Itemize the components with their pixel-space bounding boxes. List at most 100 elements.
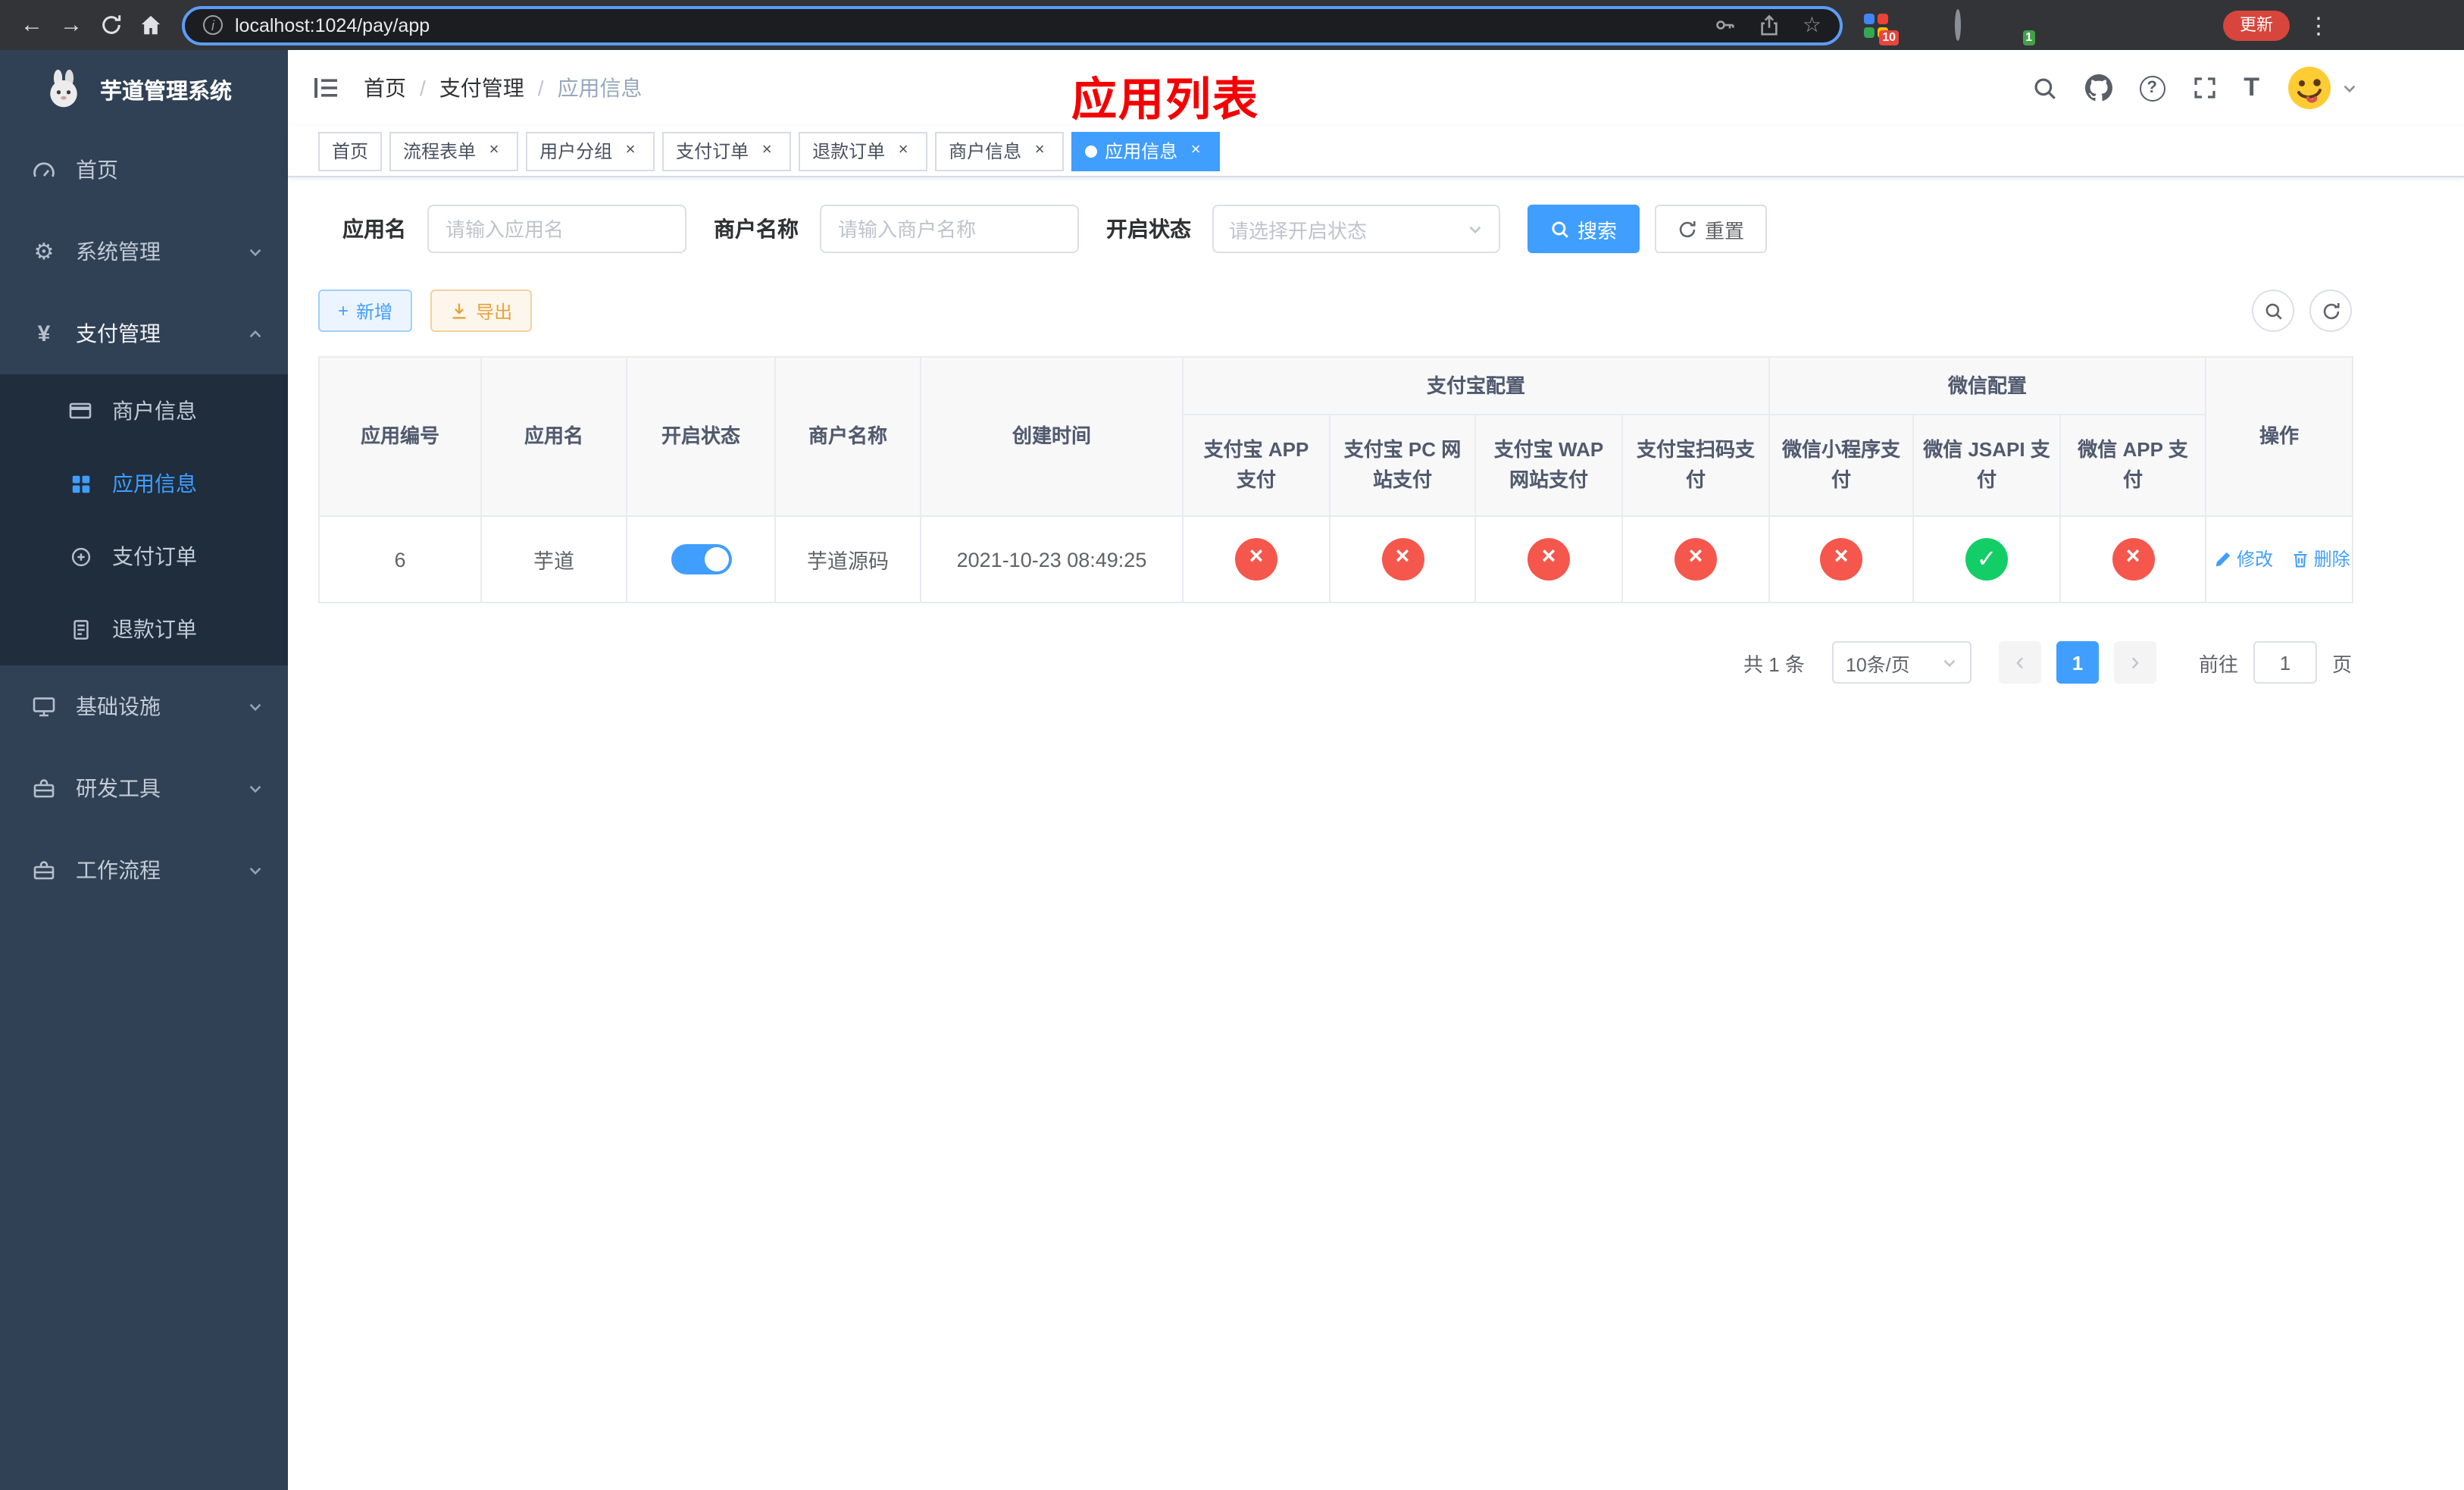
cell-alipay-app bbox=[1182, 515, 1330, 603]
sidebar-item-label: 系统管理 bbox=[76, 239, 161, 264]
tab-app-info[interactable]: 应用信息 × bbox=[1071, 131, 1221, 171]
extension-icon[interactable] bbox=[2137, 12, 2162, 38]
search-button[interactable]: 搜索 bbox=[1527, 205, 1640, 253]
extension-icon[interactable] bbox=[2182, 12, 2208, 38]
cell-status bbox=[626, 515, 776, 603]
sidebar-item-system[interactable]: ⚙ 系统管理 bbox=[0, 211, 288, 293]
close-icon[interactable]: × bbox=[1029, 140, 1050, 161]
sidebar-item-infrastructure[interactable]: 基础设施 bbox=[0, 665, 288, 747]
table-toolbar: + 新增 导出 bbox=[318, 290, 2352, 332]
sidebar-item-payment-order[interactable]: 支付订单 bbox=[0, 520, 288, 593]
app-logo[interactable]: 芋道管理系统 bbox=[0, 50, 288, 129]
extension-icon[interactable] bbox=[1909, 12, 1935, 38]
site-info-icon[interactable]: i bbox=[203, 15, 223, 35]
browser-forward-icon[interactable]: → bbox=[52, 5, 91, 45]
status-toggle[interactable] bbox=[671, 544, 731, 574]
edit-button[interactable]: 修改 bbox=[2214, 546, 2273, 572]
bank-card-icon bbox=[67, 399, 94, 423]
github-icon[interactable] bbox=[2084, 74, 2112, 102]
export-button[interactable]: 导出 bbox=[430, 290, 533, 332]
tab-label: 商户信息 bbox=[949, 141, 1022, 162]
sidebar-item-app-info[interactable]: 应用信息 bbox=[0, 447, 288, 520]
extension-icon[interactable] bbox=[1955, 9, 1981, 41]
col-group-wechat: 微信配置 bbox=[1768, 356, 2207, 415]
prev-page-button[interactable]: ‹ bbox=[1998, 641, 2041, 684]
font-size-icon[interactable]: T bbox=[2244, 73, 2259, 103]
search-icon[interactable] bbox=[2031, 75, 2057, 101]
close-icon[interactable]: × bbox=[483, 140, 505, 161]
chrome-menu-icon[interactable]: ⋮ bbox=[2299, 5, 2338, 45]
tab-home[interactable]: 首页 bbox=[318, 131, 383, 171]
sidebar-toggle-icon[interactable] bbox=[312, 74, 339, 102]
browser-home-icon[interactable] bbox=[130, 5, 170, 45]
tab-refund-order[interactable]: 退款订单 × bbox=[799, 131, 928, 171]
add-button[interactable]: + 新增 bbox=[318, 290, 413, 332]
extension-icon[interactable] bbox=[2091, 12, 2117, 38]
tab-label: 应用信息 bbox=[1105, 141, 1178, 162]
yen-icon: ¥ bbox=[37, 321, 51, 346]
browser-reload-icon[interactable] bbox=[91, 5, 130, 45]
breadcrumb: 首页 / 支付管理 / 应用信息 bbox=[364, 73, 643, 103]
add-button-label: 新增 bbox=[356, 301, 393, 322]
help-icon[interactable]: ? bbox=[2139, 75, 2165, 101]
page-size-select[interactable]: 10条/页 bbox=[1831, 641, 1972, 684]
tab-label: 用户分组 bbox=[539, 141, 613, 162]
total-count: 共 1 条 bbox=[1743, 653, 1805, 675]
close-icon[interactable]: × bbox=[1185, 140, 1206, 161]
breadcrumb-payment[interactable]: 支付管理 bbox=[439, 73, 524, 103]
app-name-input[interactable] bbox=[427, 205, 686, 253]
col-alipay-pc: 支付宝 PC 网站支付 bbox=[1329, 414, 1476, 517]
fullscreen-icon[interactable] bbox=[2192, 76, 2216, 100]
refresh-table-button[interactable] bbox=[2309, 290, 2352, 332]
sidebar-item-refund-order[interactable]: 退款订单 bbox=[0, 593, 288, 665]
cell-alipay-qr bbox=[1621, 515, 1771, 603]
sidebar-item-payment[interactable]: ¥ 支付管理 bbox=[0, 293, 288, 374]
chevron-down-icon bbox=[247, 698, 264, 715]
extensions-area: 10 1 bbox=[1864, 9, 2208, 45]
close-icon[interactable]: × bbox=[893, 140, 914, 161]
url-text[interactable]: localhost:1024/pay/app bbox=[235, 14, 430, 36]
status-select[interactable]: 请选择开启状态 bbox=[1212, 205, 1500, 253]
sidebar-item-merchant-info[interactable]: 商户信息 bbox=[0, 374, 288, 447]
address-bar[interactable]: i localhost:1024/pay/app ☆ bbox=[182, 5, 1843, 45]
cell-wechat-mini bbox=[1768, 515, 1915, 603]
sidebar-item-home[interactable]: 首页 bbox=[0, 129, 288, 211]
document-icon bbox=[67, 618, 94, 640]
goto-page-input[interactable] bbox=[2253, 641, 2317, 684]
extension-icon[interactable]: 1 bbox=[2000, 12, 2035, 45]
delete-button[interactable]: 删除 bbox=[2291, 546, 2350, 572]
breadcrumb-home[interactable]: 首页 bbox=[364, 73, 406, 103]
sidebar-item-workflow[interactable]: 工作流程 bbox=[0, 829, 288, 911]
col-group-alipay: 支付宝配置 bbox=[1181, 356, 1771, 415]
toggle-search-button[interactable] bbox=[2252, 290, 2294, 332]
extension-icon[interactable] bbox=[2046, 12, 2072, 38]
cell-app-name: 芋道 bbox=[480, 515, 627, 603]
sidebar-item-dev-tools[interactable]: 研发工具 bbox=[0, 747, 288, 829]
col-status: 开启状态 bbox=[626, 356, 776, 517]
sidebar-item-label: 首页 bbox=[76, 158, 118, 182]
config-success-icon bbox=[1965, 538, 2009, 581]
tab-payment-order[interactable]: 支付订单 × bbox=[662, 131, 792, 171]
merchant-name-input[interactable] bbox=[820, 205, 1079, 253]
grid-icon bbox=[67, 472, 94, 495]
chrome-update-button[interactable]: 更新 bbox=[2223, 10, 2290, 40]
app-title: 芋道管理系统 bbox=[100, 80, 232, 104]
tab-user-group[interactable]: 用户分组 × bbox=[526, 131, 655, 171]
merchant-name-label: 商户名称 bbox=[714, 217, 799, 241]
table-row: 6 芋道 芋道源码 2021-10-23 08:49:25 × × × × × … bbox=[318, 515, 2354, 603]
tab-process-form[interactable]: 流程表单 × bbox=[389, 131, 519, 171]
bookmark-star-icon[interactable]: ☆ bbox=[1803, 12, 1821, 38]
page-number-button[interactable]: 1 bbox=[2056, 641, 2099, 684]
select-placeholder: 请选择开启状态 bbox=[1229, 219, 1368, 242]
next-page-button[interactable]: › bbox=[2113, 641, 2156, 684]
close-icon[interactable]: × bbox=[756, 140, 777, 161]
user-menu[interactable] bbox=[2287, 65, 2358, 111]
dashboard-icon bbox=[30, 158, 58, 182]
extension-icon[interactable]: 10 bbox=[1864, 12, 1899, 45]
tab-merchant-info[interactable]: 商户信息 × bbox=[935, 131, 1065, 171]
close-icon[interactable]: × bbox=[620, 140, 641, 161]
reset-button[interactable]: 重置 bbox=[1655, 205, 1768, 253]
browser-back-icon[interactable]: ← bbox=[12, 5, 52, 45]
share-icon[interactable] bbox=[1759, 14, 1781, 36]
password-key-icon[interactable] bbox=[1715, 14, 1737, 36]
